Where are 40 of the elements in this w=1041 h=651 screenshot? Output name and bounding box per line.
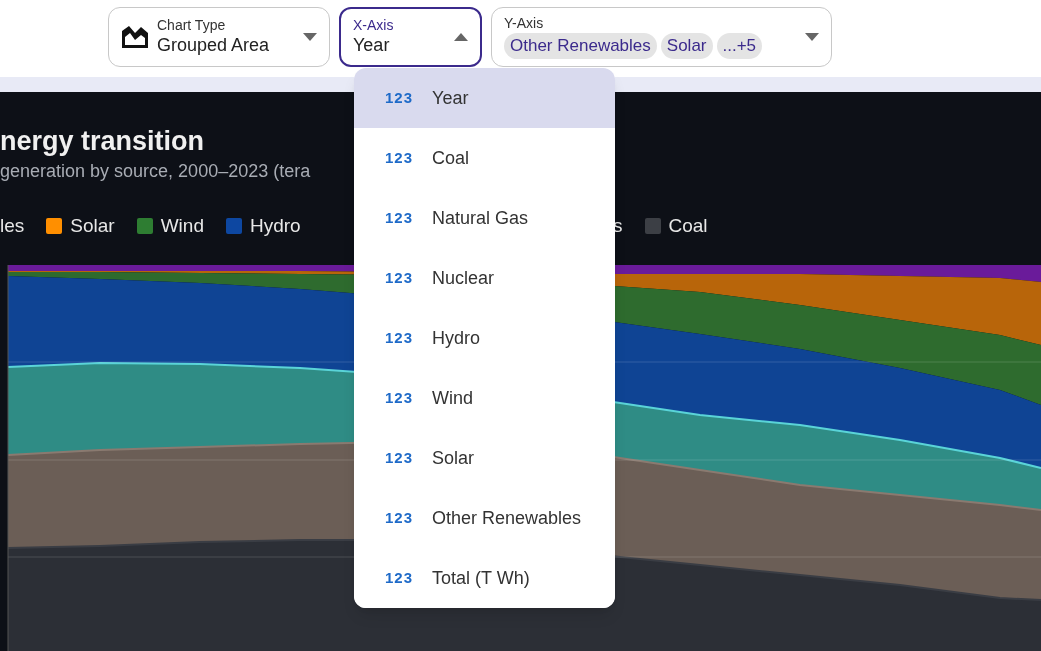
number-type-icon: 123 [385, 386, 414, 410]
menu-item[interactable]: 123 Year [354, 68, 615, 128]
number-type-icon: 123 [385, 266, 414, 290]
menu-item[interactable]: 123 Total (T Wh) [354, 548, 615, 608]
select-field[interactable]: Chart Type Grouped Area [108, 7, 330, 67]
legend-label: les [0, 213, 25, 238]
menu-item[interactable]: 123 Hydro [354, 308, 615, 368]
menu-item[interactable]: 123 Wind [354, 368, 615, 428]
selected-chip: Solar [660, 33, 713, 59]
number-type-icon: 123 [385, 506, 414, 530]
area-chart-icon [121, 25, 149, 49]
number-type-icon: 123 [385, 86, 414, 110]
menu-item[interactable]: 123 Coal [354, 128, 615, 188]
caret-icon [454, 33, 468, 41]
legend-label: Wind [160, 213, 204, 238]
selected-chip: ...+5 [716, 33, 763, 59]
caret-icon [303, 33, 317, 41]
field-value: Year [353, 34, 391, 57]
chart-title: nergy transition [0, 125, 205, 157]
menu-item[interactable]: 123 Natural Gas [354, 188, 615, 248]
number-type-icon: 123 [385, 566, 414, 590]
field-label: Chart Type [157, 17, 227, 33]
menu-item[interactable]: 123 Nuclear [354, 248, 615, 308]
number-type-icon: 123 [385, 206, 414, 230]
field-label: X-Axis [353, 17, 394, 33]
caret-icon [805, 33, 819, 41]
selected-chip: Other Renewables [504, 33, 657, 59]
select-field[interactable]: Y-Axis Other Renewables Solar ...+5 [491, 7, 832, 67]
select-field[interactable]: X-Axis Year [339, 7, 482, 67]
field-label: Y-Axis [504, 15, 545, 31]
legend-label: Solar [70, 213, 115, 238]
number-type-icon: 123 [385, 146, 414, 170]
number-type-icon: 123 [385, 446, 414, 470]
field-value: Grouped Area [157, 34, 270, 57]
menu-item[interactable]: 123 Solar [354, 428, 615, 488]
legend-label: Coal [668, 213, 708, 238]
legend-label: Hydro [249, 213, 301, 238]
chart-subtitle: generation by source, 2000–2023 (tera [0, 160, 311, 183]
number-type-icon: 123 [385, 326, 414, 350]
menu-item[interactable]: 123 Other Renewables [354, 488, 615, 548]
